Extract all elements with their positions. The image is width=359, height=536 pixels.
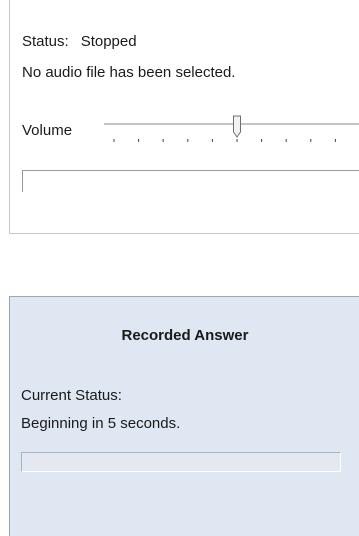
playback-progress-bar (22, 170, 359, 192)
volume-slider[interactable] (98, 112, 359, 152)
volume-slider-thumb[interactable] (233, 115, 241, 138)
player-status-label: Status: (22, 33, 69, 50)
recorded-answer-title: Recorded Answer (121, 327, 249, 344)
volume-label: Volume (22, 122, 73, 139)
player-status-value: Stopped (80, 33, 137, 50)
current-status-value: Beginning in 5 seconds. (21, 415, 181, 432)
audio-player-panel: Status: Stopped No audio file has been se… (9, 0, 359, 234)
recorded-answer-panel: Recorded Answer Current Status: Beginnin… (9, 296, 359, 536)
volume-slider-ticks (113, 139, 336, 142)
recording-progress-bar (21, 452, 341, 472)
player-status-message: No audio file has been selected. (22, 64, 236, 81)
player-status-row: Status: Stopped (22, 33, 137, 50)
current-status-label: Current Status: (21, 387, 122, 404)
